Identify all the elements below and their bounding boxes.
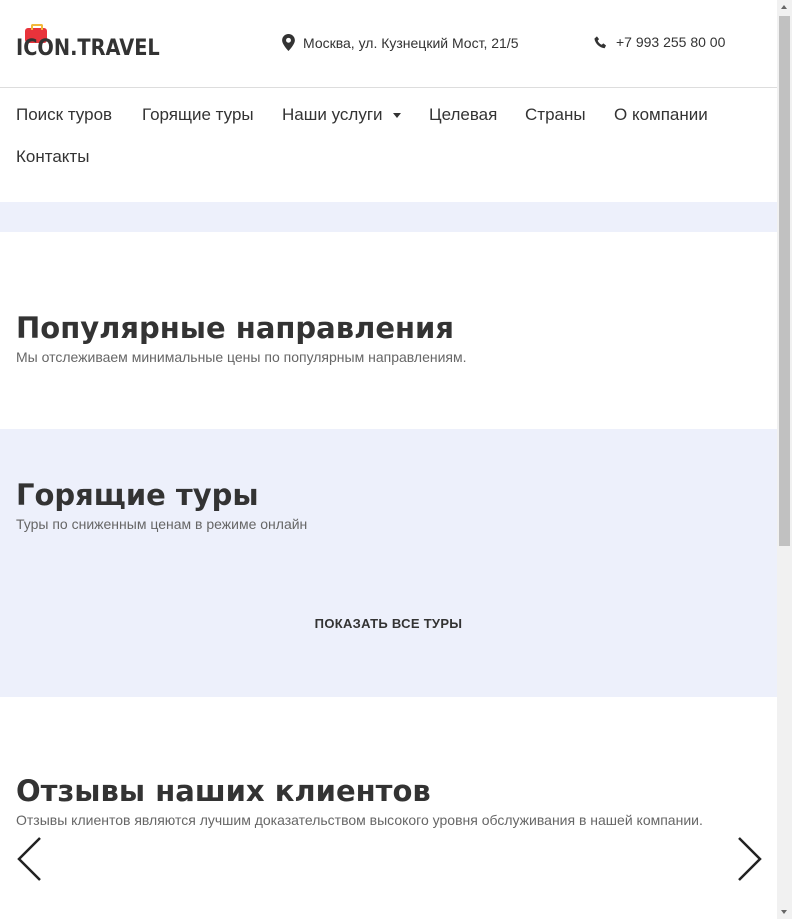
hot-tours-section	[0, 429, 777, 697]
nav-search-tours[interactable]: Поиск туров	[16, 105, 112, 125]
nav-hot-tours[interactable]: Горящие туры	[142, 105, 254, 125]
logo[interactable]: ICON.TRAVEL	[16, 24, 168, 61]
page: ICON.TRAVEL Москва, ул. Кузнецкий Мост, …	[0, 0, 777, 919]
nav-countries[interactable]: Страны	[525, 105, 586, 125]
phone-link[interactable]: +7 993 255 80 00	[594, 34, 725, 50]
site-header: ICON.TRAVEL Москва, ул. Кузнецкий Мост, …	[0, 0, 777, 88]
nav-contacts[interactable]: Контакты	[16, 147, 89, 167]
address-text: Москва, ул. Кузнецкий Мост, 21/5	[303, 34, 519, 51]
hot-title: Горящие туры	[16, 478, 259, 512]
nav-services-label: Наши услуги	[282, 105, 383, 124]
main-nav: Поиск туров Горящие туры Наши услуги Цел…	[0, 88, 777, 202]
nav-target[interactable]: Целевая	[429, 105, 497, 125]
scrollbar-thumb[interactable]	[779, 16, 790, 546]
caret-down-icon	[392, 113, 401, 119]
banner-strip	[0, 202, 777, 232]
address: Москва, ул. Кузнецкий Мост, 21/5	[282, 34, 518, 51]
popular-title: Популярные направления	[16, 311, 454, 345]
logo-text: ICON.TRAVEL	[16, 36, 160, 61]
scroll-down-icon[interactable]	[781, 910, 787, 914]
show-all-tours-button[interactable]: ПОКАЗАТЬ ВСЕ ТУРЫ	[0, 616, 777, 631]
scrollbar[interactable]	[777, 0, 792, 919]
next-arrow-icon[interactable]	[733, 836, 763, 882]
nav-services[interactable]: Наши услуги	[282, 105, 401, 125]
hot-subtitle: Туры по сниженным ценам в режиме онлайн	[16, 516, 308, 532]
phone-icon	[594, 35, 607, 48]
prev-arrow-icon[interactable]	[16, 836, 46, 882]
phone-text: +7 993 255 80 00	[616, 34, 726, 50]
reviews-title: Отзывы наших клиентов	[16, 774, 431, 808]
nav-about[interactable]: О компании	[614, 105, 708, 125]
reviews-subtitle: Отзывы клиентов являются лучшим доказате…	[16, 812, 703, 828]
map-pin-icon	[282, 34, 295, 51]
scroll-up-icon[interactable]	[781, 5, 787, 9]
popular-subtitle: Мы отслеживаем минимальные цены по попул…	[16, 349, 467, 365]
